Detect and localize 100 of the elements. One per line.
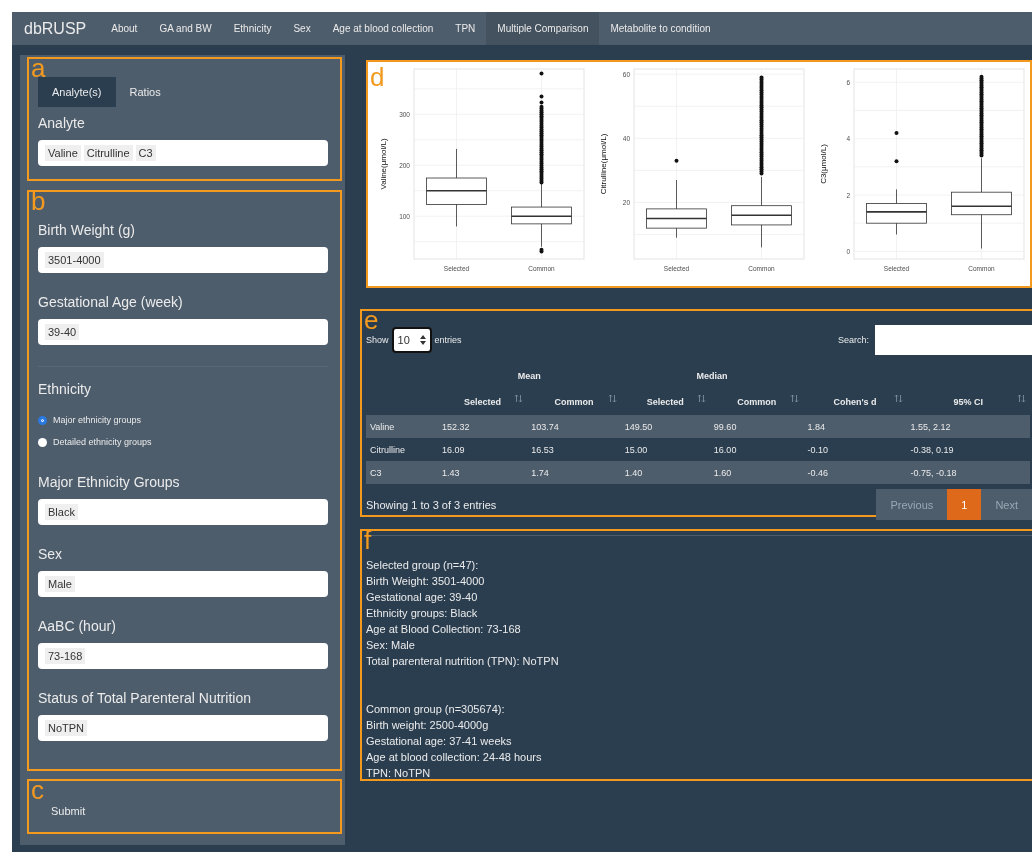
nav-link[interactable]: Metabolite to condition	[599, 12, 722, 45]
field-label: Major Ethnicity Groups	[38, 474, 181, 490]
table-cell: 1.84	[803, 415, 907, 438]
field-label: Status of Total Parenteral Nutrition	[38, 690, 252, 706]
summary-line: Gestational age: 37-41 weeks	[366, 734, 513, 749]
summary-line: Common group (n=305674):	[366, 702, 506, 717]
search-field[interactable]	[875, 325, 1032, 355]
axis-title: Valine(μmol/L)	[379, 138, 388, 190]
brand-title[interactable]: dbRUSP	[12, 12, 99, 45]
table-cell: 16.53	[527, 438, 621, 461]
table-cell: C3	[366, 461, 438, 484]
axis-title: Citrulline(μmol/L)	[599, 133, 608, 195]
summary-line: Sex: Male	[366, 638, 416, 653]
table-cell: 149.50	[620, 415, 710, 438]
annotation-letter: e	[364, 307, 379, 333]
radio-button[interactable]	[38, 415, 47, 425]
annotation-letter: c	[31, 777, 44, 803]
column-header[interactable]: 95% CI	[906, 389, 1030, 415]
selected-chip[interactable]: Valine	[45, 145, 81, 161]
table-cell: Valine	[366, 415, 438, 438]
radio-label[interactable]: Major ethnicity groups	[53, 415, 142, 425]
sort-icon	[514, 394, 524, 403]
table-cell: -0.75, -0.18	[906, 461, 1030, 484]
selected-chip[interactable]: 73-168	[45, 648, 86, 664]
table-cell: 1.43	[438, 461, 528, 484]
selected-chip[interactable]: 3501-4000	[45, 252, 104, 268]
spinner-icon	[419, 335, 426, 345]
select-field[interactable]: 39-40	[38, 319, 328, 345]
nav-link[interactable]: TPN	[444, 12, 487, 45]
select-field[interactable]: Male	[38, 571, 328, 597]
column-group-header: Median	[696, 371, 728, 381]
axis-title: C3(μmol/L)	[819, 144, 828, 184]
summary-line: Age at blood collection: 24-48 hours	[366, 750, 543, 765]
entries-label: entries	[434, 335, 462, 345]
table-cell: 1.60	[709, 461, 804, 484]
column-header[interactable]: Cohen's d	[803, 389, 907, 415]
search-label: Search:	[837, 335, 869, 345]
selected-chip[interactable]: NoTPN	[45, 720, 88, 736]
column-group-header: Mean	[517, 371, 541, 381]
sort-icon	[790, 394, 800, 403]
select-field[interactable]: 3501-4000	[38, 247, 328, 273]
sort-icon	[893, 394, 903, 403]
summary-line: Total parenteral nutrition (TPN): NoTPN	[366, 654, 560, 669]
select-field[interactable]: Valine Citrulline C3	[38, 140, 328, 166]
nav-link[interactable]: GA and BW	[148, 12, 223, 45]
radio-label[interactable]: Detailed ethnicity groups	[53, 437, 152, 447]
nav-link[interactable]: Sex	[282, 12, 322, 45]
column-header[interactable]: Selected	[438, 389, 528, 415]
field-label: Ethnicity	[38, 381, 92, 397]
radio-button[interactable]	[38, 437, 47, 447]
table-cell: 16.00	[709, 438, 804, 461]
annotation-letter: f	[364, 527, 372, 553]
selected-chip[interactable]: 39-40	[45, 324, 80, 340]
field-label: Sex	[38, 546, 64, 562]
table-cell: 103.74	[527, 415, 621, 438]
tab[interactable]: Ratios	[115, 77, 175, 107]
selected-chip[interactable]: C3	[135, 145, 156, 161]
nav-link[interactable]: Ethnicity	[222, 12, 283, 45]
column-header[interactable]: Selected	[620, 389, 710, 415]
field-label: Gestational Age (week)	[38, 294, 184, 310]
summary-line: Birth Weight: 3501-4000	[366, 574, 486, 589]
select-field[interactable]: NoTPN	[38, 715, 328, 741]
summary-line: Gestational age: 39-40	[366, 590, 479, 605]
selected-chip[interactable]: Black	[45, 504, 78, 520]
annotation-letter: b	[31, 188, 46, 214]
summary-line: Selected group (n=47):	[366, 558, 480, 573]
selected-chip[interactable]: Male	[45, 576, 75, 592]
entries-select[interactable]: 10	[391, 327, 432, 353]
table-cell: -0.10	[803, 438, 907, 461]
nav-link[interactable]: Age at blood collection	[321, 12, 445, 45]
table-cell: 99.60	[709, 415, 804, 438]
table-cell: Citrulline	[366, 438, 438, 461]
selected-chip[interactable]: Citrulline	[83, 145, 133, 161]
table-cell: 1.40	[620, 461, 710, 484]
summary-line: Birth weight: 2500-4000g	[366, 718, 490, 733]
column-header[interactable]: Common	[709, 389, 804, 415]
sort-icon	[696, 394, 706, 403]
select-field[interactable]: Black	[38, 499, 328, 525]
show-label: Show	[366, 335, 389, 345]
annotation-letter: d	[370, 64, 385, 90]
field-label: Birth Weight (g)	[38, 222, 136, 238]
tab[interactable]: Analyte(s)	[38, 77, 116, 107]
column-header[interactable]: Common	[527, 389, 621, 415]
table-cell: 1.55, 2.12	[906, 415, 1030, 438]
table-cell: 152.32	[438, 415, 528, 438]
submit-button[interactable]: Submit	[43, 801, 94, 821]
summary-line: TPN: NoTPN	[366, 766, 432, 781]
summary-line: Age at Blood Collection: 73-168	[366, 622, 522, 637]
field-label: Analyte	[38, 115, 86, 131]
table-info: Showing 1 to 3 of 3 entries	[366, 498, 497, 511]
summary-line: Ethnicity groups: Black	[366, 606, 479, 621]
table-cell: 16.09	[438, 438, 528, 461]
sort-icon	[1017, 394, 1026, 403]
field-label: AaBC (hour)	[38, 618, 117, 634]
select-field[interactable]: 73-168	[38, 643, 328, 669]
table-cell: -0.38, 0.19	[906, 438, 1030, 461]
table-cell: 15.00	[620, 438, 710, 461]
table-cell: -0.46	[803, 461, 907, 484]
nav-link[interactable]: About	[100, 12, 149, 45]
nav-link[interactable]: Multiple Comparison	[486, 12, 600, 45]
